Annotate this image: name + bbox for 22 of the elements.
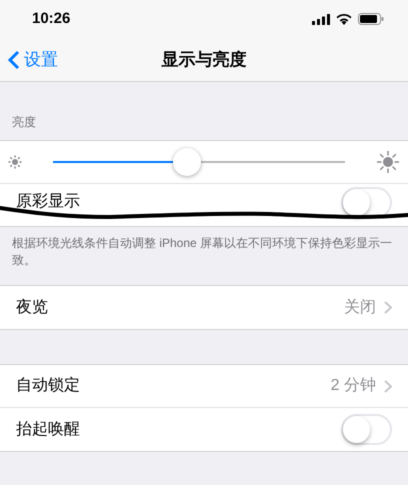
back-chevron-icon <box>8 50 20 70</box>
wifi-icon <box>336 13 352 25</box>
row-label: 原彩显示 <box>16 192 80 212</box>
row-label: 夜览 <box>16 298 48 318</box>
row-label: 抬起唤醒 <box>16 420 80 440</box>
chevron-icon <box>384 301 392 314</box>
footer-text: 根据环境光线条件自动调整 iPhone 屏幕以在不同环境下保持色彩显示一致。 <box>11 235 394 269</box>
status-time: 10:26 <box>32 8 70 29</box>
row-label: 自动锁定 <box>16 376 80 396</box>
toggle-switch[interactable] <box>341 186 392 218</box>
section-header: 亮度 <box>12 115 36 129</box>
slider-thumb[interactable] <box>173 148 202 176</box>
signal-icon <box>312 14 330 24</box>
row-value: 2 分钟 <box>330 376 376 396</box>
sun-large-icon <box>376 150 400 174</box>
sun-small-icon <box>8 155 22 169</box>
battery-icon <box>358 13 384 25</box>
chevron-icon <box>384 380 392 392</box>
back-button[interactable]: 设置 <box>0 46 58 72</box>
toggle-switch[interactable] <box>341 414 392 445</box>
page-title: 显示与亮度 <box>162 48 246 71</box>
row-value: 关闭 <box>344 298 376 318</box>
